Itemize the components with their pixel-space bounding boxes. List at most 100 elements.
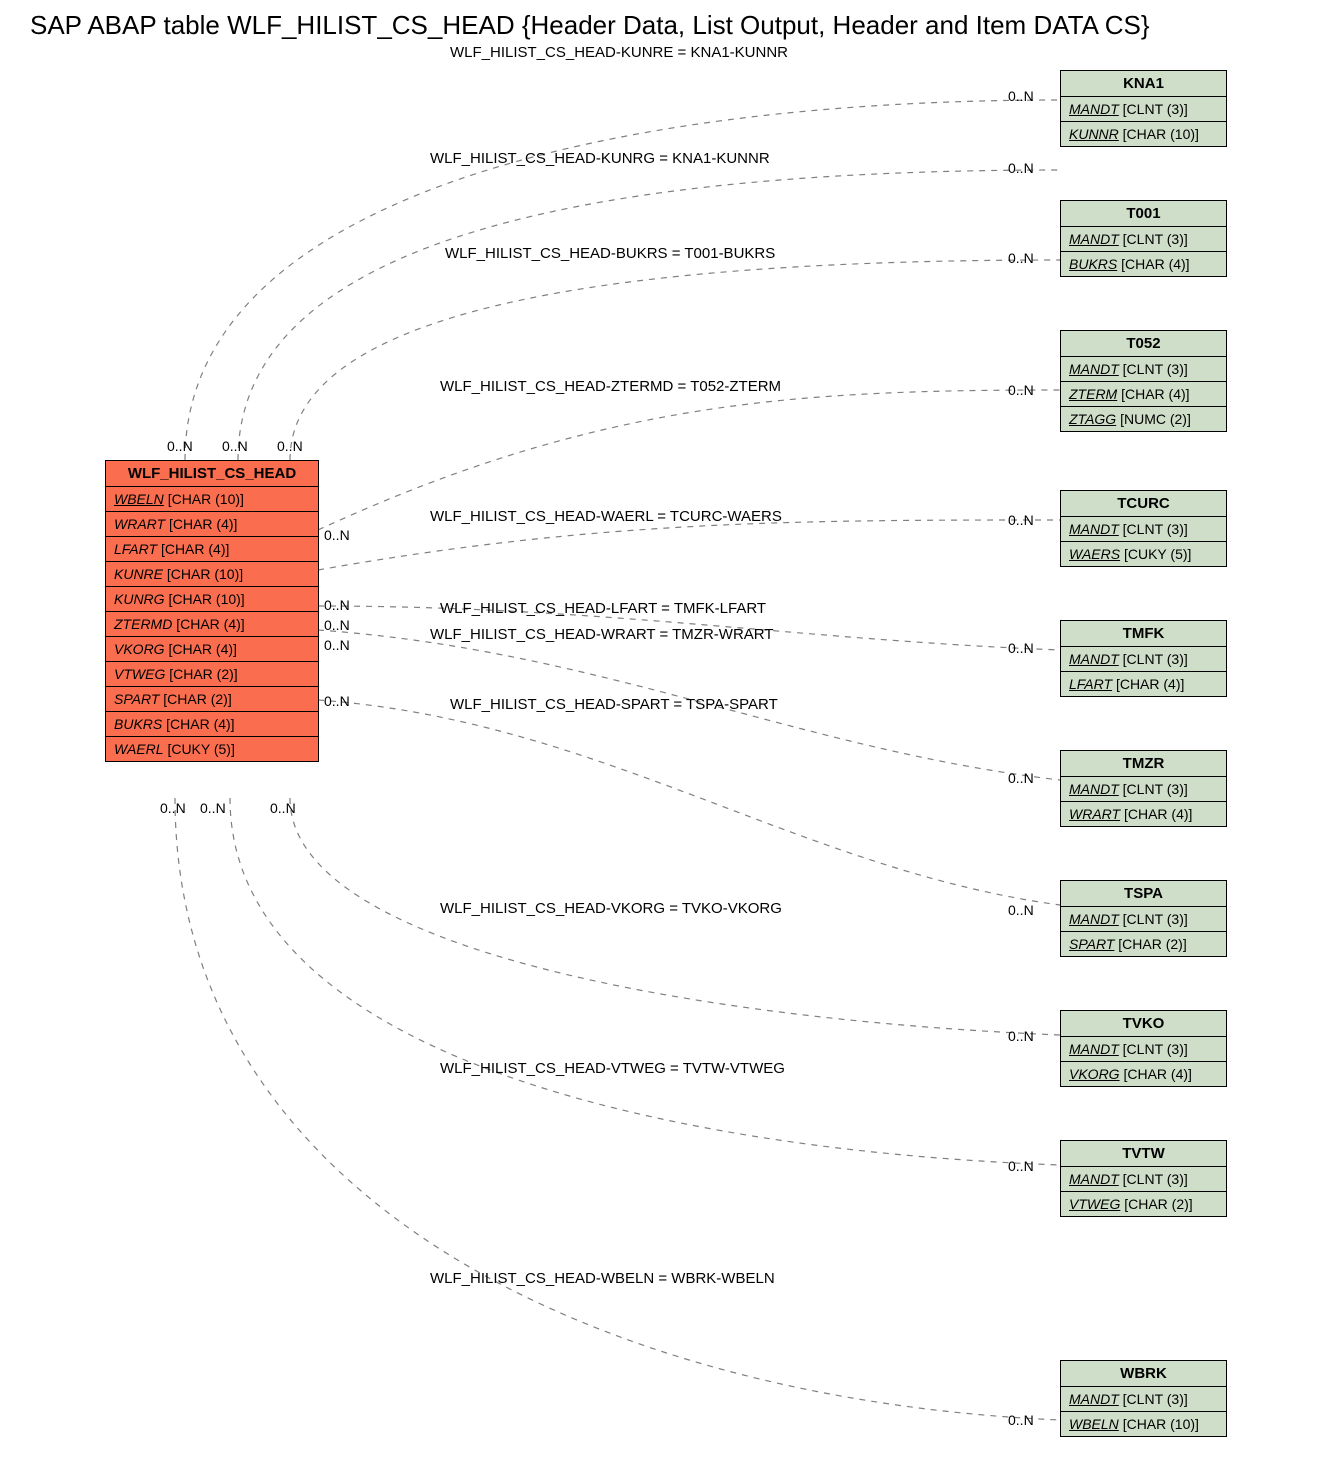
field-row: MANDT [CLNT (3)] (1061, 777, 1226, 802)
edge-label: WLF_HILIST_CS_HEAD-KUNRG = KNA1-KUNNR (430, 150, 770, 167)
field-row: MANDT [CLNT (3)] (1061, 1387, 1226, 1412)
field-name: MANDT (1069, 651, 1119, 667)
field-row: ZTERM [CHAR (4)] (1061, 382, 1226, 407)
field-name: MANDT (1069, 1171, 1119, 1187)
field-name: BUKRS (1069, 256, 1117, 272)
entity-kna1: KNA1 MANDT [CLNT (3)] KUNNR [CHAR (10)] (1060, 70, 1227, 147)
cardinality: 0..N (1008, 512, 1034, 528)
field-type: [CHAR (2)] (163, 691, 231, 707)
field-row: SPART [CHAR (2)] (1061, 932, 1226, 956)
field-type: [CHAR (4)] (1116, 676, 1184, 692)
entity-header: TMZR (1061, 751, 1226, 777)
cardinality: 0..N (1008, 160, 1034, 176)
field-name: KUNRE (114, 566, 163, 582)
cardinality: 0..N (1008, 902, 1034, 918)
field-name: MANDT (1069, 1041, 1119, 1057)
entity-header: TCURC (1061, 491, 1226, 517)
field-type: [CLNT (3)] (1123, 911, 1188, 927)
field-row: MANDT [CLNT (3)] (1061, 907, 1226, 932)
cardinality: 0..N (1008, 1412, 1034, 1428)
edge-label: WLF_HILIST_CS_HEAD-VTWEG = TVTW-VTWEG (440, 1060, 785, 1077)
field-row: VTWEG [CHAR (2)] (1061, 1192, 1226, 1216)
entity-main: WLF_HILIST_CS_HEAD WBELN [CHAR (10)] WRA… (105, 460, 319, 762)
field-row: MANDT [CLNT (3)] (1061, 97, 1226, 122)
field-type: [CHAR (4)] (168, 641, 236, 657)
edge-label: WLF_HILIST_CS_HEAD-WRART = TMZR-WRART (430, 626, 774, 643)
field-type: [CHAR (4)] (176, 616, 244, 632)
entity-header: T001 (1061, 201, 1226, 227)
cardinality: 0..N (1008, 1158, 1034, 1174)
entity-t001: T001 MANDT [CLNT (3)] BUKRS [CHAR (4)] (1060, 200, 1227, 277)
entity-tspa: TSPA MANDT [CLNT (3)] SPART [CHAR (2)] (1060, 880, 1227, 957)
field-row: WAERL [CUKY (5)] (106, 737, 318, 761)
cardinality: 0..N (277, 438, 303, 454)
field-row: BUKRS [CHAR (4)] (1061, 252, 1226, 276)
field-type: [CLNT (3)] (1123, 1171, 1188, 1187)
cardinality: 0..N (1008, 640, 1034, 656)
field-type: [CHAR (2)] (1118, 936, 1186, 952)
field-type: [CHAR (10)] (1123, 1416, 1199, 1432)
field-row: VKORG [CHAR (4)] (106, 637, 318, 662)
field-name: MANDT (1069, 1391, 1119, 1407)
field-type: [CHAR (2)] (169, 666, 237, 682)
cardinality: 0..N (1008, 250, 1034, 266)
field-row: LFART [CHAR (4)] (106, 537, 318, 562)
field-name: VTWEG (114, 666, 165, 682)
field-name: WBELN (114, 491, 164, 507)
field-type: [CHAR (4)] (1123, 1066, 1191, 1082)
field-type: [CLNT (3)] (1123, 651, 1188, 667)
entity-header: KNA1 (1061, 71, 1226, 97)
cardinality: 0..N (167, 438, 193, 454)
field-name: KUNNR (1069, 126, 1119, 142)
cardinality: 0..N (324, 527, 350, 543)
field-row: MANDT [CLNT (3)] (1061, 1167, 1226, 1192)
field-type: [CLNT (3)] (1123, 1391, 1188, 1407)
field-row: MANDT [CLNT (3)] (1061, 647, 1226, 672)
cardinality: 0..N (324, 637, 350, 653)
field-type: [CHAR (4)] (161, 541, 229, 557)
field-row: ZTERMD [CHAR (4)] (106, 612, 318, 637)
field-row: WRART [CHAR (4)] (1061, 802, 1226, 826)
field-row: MANDT [CLNT (3)] (1061, 227, 1226, 252)
cardinality: 0..N (270, 800, 296, 816)
field-name: WBELN (1069, 1416, 1119, 1432)
field-type: [CHAR (4)] (1124, 806, 1192, 822)
cardinality: 0..N (324, 597, 350, 613)
field-type: [CHAR (4)] (166, 716, 234, 732)
field-name: WRART (114, 516, 165, 532)
entity-header: TVKO (1061, 1011, 1226, 1037)
field-row: MANDT [CLNT (3)] (1061, 1037, 1226, 1062)
edge-label: WLF_HILIST_CS_HEAD-WBELN = WBRK-WBELN (430, 1270, 775, 1287)
field-name: VTWEG (1069, 1196, 1120, 1212)
field-row: SPART [CHAR (2)] (106, 687, 318, 712)
field-type: [CLNT (3)] (1123, 231, 1188, 247)
cardinality: 0..N (200, 800, 226, 816)
field-type: [CHAR (10)] (167, 566, 243, 582)
field-name: LFART (114, 541, 157, 557)
field-name: SPART (114, 691, 159, 707)
field-type: [CHAR (2)] (1124, 1196, 1192, 1212)
field-name: WAERL (114, 741, 164, 757)
entity-tvtw: TVTW MANDT [CLNT (3)] VTWEG [CHAR (2)] (1060, 1140, 1227, 1217)
entity-tvko: TVKO MANDT [CLNT (3)] VKORG [CHAR (4)] (1060, 1010, 1227, 1087)
field-type: [CLNT (3)] (1123, 781, 1188, 797)
field-type: [CHAR (10)] (1123, 126, 1199, 142)
edge-label: WLF_HILIST_CS_HEAD-WAERL = TCURC-WAERS (430, 508, 782, 525)
edge-label: WLF_HILIST_CS_HEAD-LFART = TMFK-LFART (440, 600, 766, 617)
entity-header: TSPA (1061, 881, 1226, 907)
field-row: VKORG [CHAR (4)] (1061, 1062, 1226, 1086)
field-name: MANDT (1069, 361, 1119, 377)
cardinality: 0..N (160, 800, 186, 816)
cardinality: 0..N (1008, 382, 1034, 398)
edge-label: WLF_HILIST_CS_HEAD-VKORG = TVKO-VKORG (440, 900, 782, 917)
diagram-title: SAP ABAP table WLF_HILIST_CS_HEAD {Heade… (30, 10, 1150, 41)
field-type: [CHAR (10)] (168, 591, 244, 607)
edge-label: WLF_HILIST_CS_HEAD-BUKRS = T001-BUKRS (445, 245, 775, 262)
field-name: MANDT (1069, 521, 1119, 537)
field-name: ZTERMD (114, 616, 172, 632)
field-type: [NUMC (2)] (1120, 411, 1191, 427)
entity-header: T052 (1061, 331, 1226, 357)
cardinality: 0..N (324, 693, 350, 709)
field-name: ZTAGG (1069, 411, 1116, 427)
field-name: MANDT (1069, 231, 1119, 247)
